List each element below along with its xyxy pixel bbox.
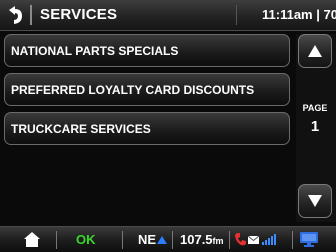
- list-item-national-parts-specials[interactable]: NATIONAL PARTS SPECIALS: [4, 34, 290, 67]
- list-item-preferred-loyalty-card-discounts[interactable]: PREFERRED LOYALTY CARD DISCOUNTS: [4, 73, 290, 106]
- status-bar: OK NE 107.5fm: [0, 226, 336, 252]
- message-icon: [248, 236, 259, 244]
- page-number: 1: [310, 118, 320, 135]
- header-bar: SERVICES 11:11am | 70°: [0, 0, 336, 31]
- back-button[interactable]: [0, 0, 28, 30]
- status-divider: [122, 231, 123, 249]
- header-divider-right: [236, 5, 237, 25]
- up-arrow-icon: [308, 45, 322, 57]
- page-up-button[interactable]: [298, 34, 332, 68]
- signal-icon: [262, 234, 276, 245]
- clock-temperature: 11:11am | 70°: [262, 7, 336, 22]
- list-item-label: PREFERRED LOYALTY CARD DISCOUNTS: [11, 83, 255, 97]
- home-icon: [24, 232, 40, 247]
- status-divider: [229, 231, 230, 249]
- screen-icon: [300, 232, 318, 247]
- status-divider: [172, 231, 173, 249]
- back-arrow-icon: [9, 6, 22, 24]
- list-item-label: TRUCKCARE SERVICES: [11, 122, 151, 136]
- compass-heading: NE: [138, 232, 157, 247]
- phone-icon: [235, 233, 246, 246]
- radio-frequency: 107.5fm: [180, 232, 224, 247]
- down-arrow-icon: [308, 195, 322, 207]
- page-label: PAGE: [302, 103, 328, 113]
- home-button[interactable]: [24, 232, 40, 252]
- list-item-label: NATIONAL PARTS SPECIALS: [11, 44, 179, 58]
- frequency-value: 107.5: [180, 232, 213, 247]
- page-title: SERVICES: [40, 6, 118, 23]
- status-divider: [292, 231, 293, 249]
- compass-arrow-icon: [157, 236, 167, 244]
- ok-status: OK: [76, 232, 96, 247]
- page-down-button[interactable]: [298, 184, 332, 218]
- list-item-truckcare-services[interactable]: TRUCKCARE SERVICES: [4, 112, 290, 145]
- header-divider: [30, 5, 32, 25]
- screen-button[interactable]: [300, 232, 318, 252]
- frequency-unit: fm: [212, 236, 224, 246]
- status-divider: [56, 231, 57, 249]
